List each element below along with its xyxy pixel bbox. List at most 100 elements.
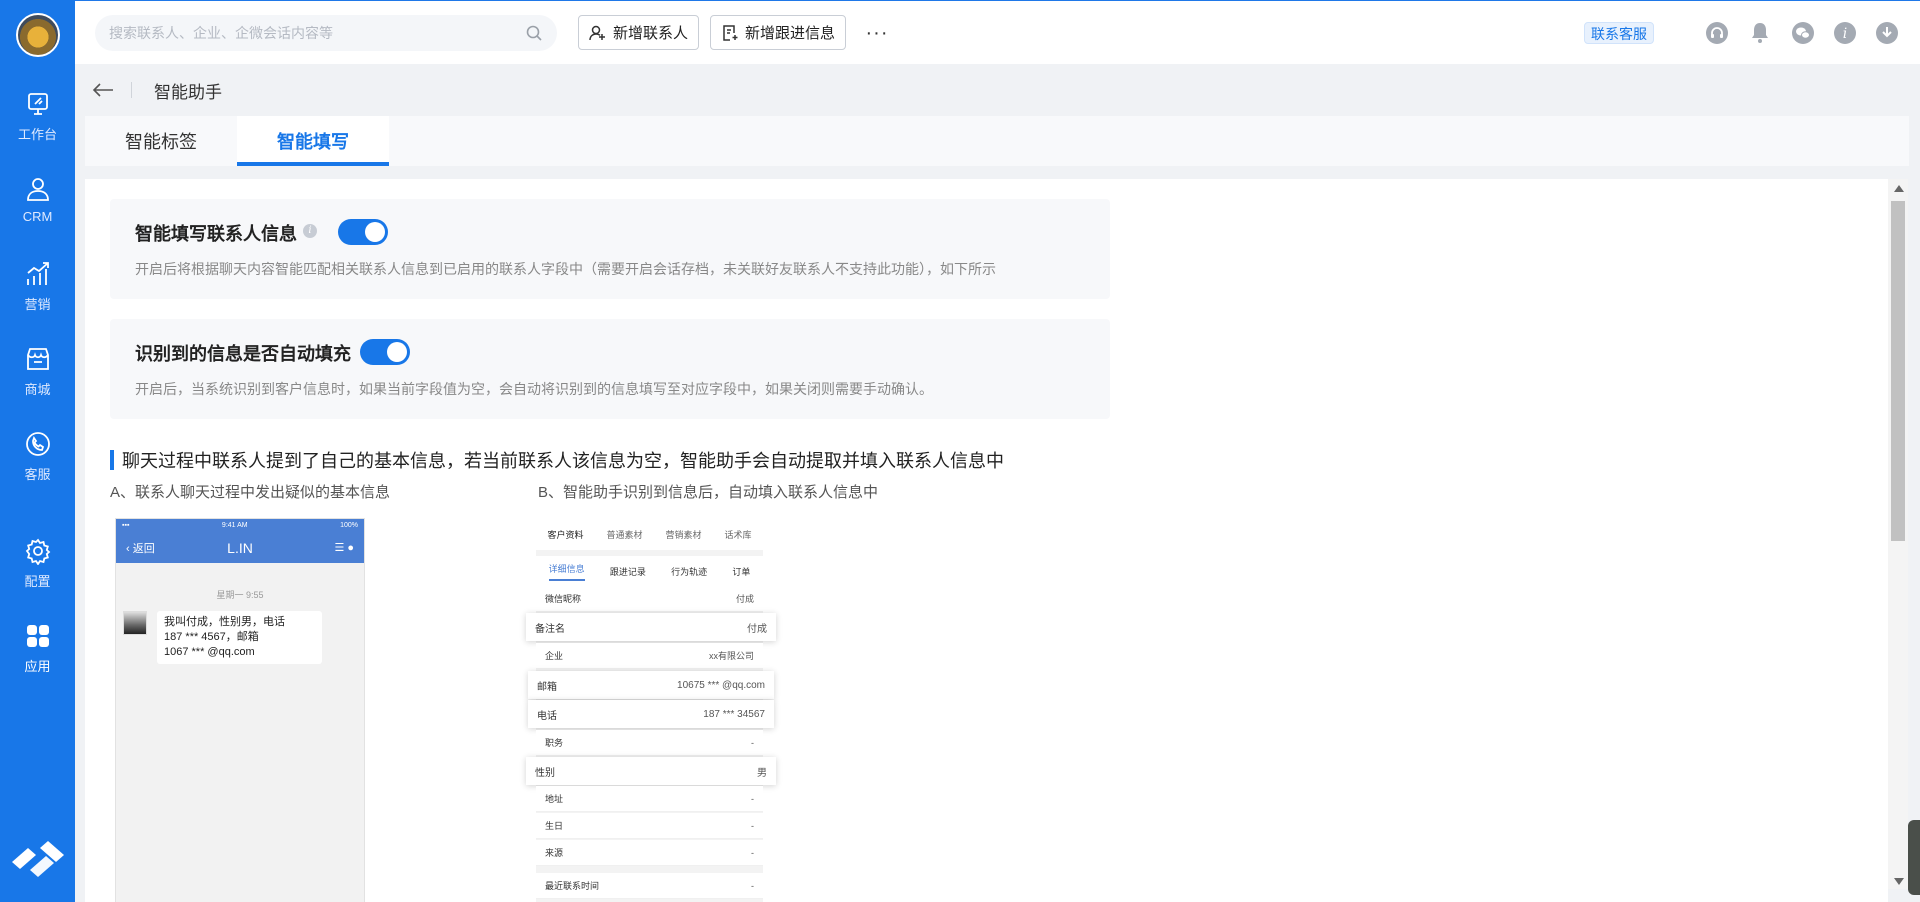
add-followup-label: 新增跟进信息 — [745, 25, 836, 42]
form-row-label: 地址 — [545, 794, 564, 804]
chat-example-image: ▪▪▪ 9:41 AM 100% ‹ 返回 L.IN ☰ ● 星期一 9:55 … — [115, 518, 365, 902]
brand-logo-icon — [12, 841, 64, 877]
sidebar-item-label: 商城 — [24, 382, 51, 397]
sidebar-item-crm[interactable]: CRM — [0, 175, 75, 237]
sidebar-item-label: CRM — [22, 209, 53, 224]
example-label-a: A、联系人聊天过程中发出疑似的基本信息 — [110, 484, 391, 501]
auto-fill-title: 识别到的信息是否自动填充 — [135, 344, 351, 364]
search-icon[interactable] — [525, 24, 543, 42]
form-row-value: 男 — [757, 767, 767, 779]
heading-accent-bar — [110, 450, 114, 470]
phone-back: ‹ 返回 — [126, 542, 155, 555]
phone-nav-bar: ‹ 返回 L.IN ☰ ● — [116, 532, 364, 563]
sidebar-item-service[interactable]: 客服 — [0, 430, 75, 492]
sidebar-item-label: 营销 — [24, 297, 51, 312]
tab-bar: 智能标签 智能填写 — [85, 116, 1909, 166]
scroll-up-arrow-icon[interactable] — [1894, 185, 1904, 192]
phone-status-bar: ▪▪▪ 9:41 AM 100% — [116, 519, 364, 532]
wechat-icon[interactable] — [1791, 21, 1815, 45]
form-row-highlighted: 备注名 付成 — [526, 613, 776, 641]
search-input[interactable] — [109, 25, 525, 41]
sidebar-item-workbench[interactable]: 工作台 — [0, 90, 75, 152]
signal-icon: ▪▪▪ — [122, 522, 130, 529]
sidebar-item-apps[interactable]: 应用 — [0, 622, 75, 684]
sidebar-item-mall[interactable]: 商城 — [0, 345, 75, 407]
phone-time-label: 9:41 AM — [221, 522, 248, 529]
headset-icon[interactable] — [1705, 21, 1729, 45]
info-icon[interactable]: i — [303, 224, 317, 238]
chat-message: 我叫付成，性别男，电话 187 *** 4567，邮箱 1067 *** @qq… — [123, 611, 364, 664]
form-row: 生日 - — [536, 813, 763, 839]
add-followup-button[interactable]: 新增跟进信息 — [710, 15, 847, 50]
user-icon — [26, 178, 49, 201]
back-button[interactable] — [89, 76, 117, 104]
breadcrumb: 智能助手 — [75, 64, 1920, 116]
form-tab: 客户资料 — [547, 529, 584, 540]
auto-fill-toggle[interactable] — [360, 339, 410, 365]
form-row-value: 10675 *** @qq.com — [677, 679, 765, 691]
sidebar-item-label: 工作台 — [17, 127, 57, 142]
form-tab: 话术库 — [724, 529, 752, 540]
scroll-down-arrow-icon[interactable] — [1894, 878, 1904, 885]
form-row-label: 最近联系时间 — [545, 881, 600, 891]
info-icon[interactable]: i — [1833, 21, 1857, 45]
user-avatar[interactable] — [16, 13, 60, 57]
form-row-highlighted: 电话 187 *** 34567 — [528, 700, 774, 728]
scrollbar-thumb[interactable] — [1891, 201, 1905, 541]
phone-menu-icon: ☰ ● — [334, 542, 354, 554]
floating-widget-handle[interactable] — [1908, 820, 1920, 895]
form-row-label: 企业 — [545, 651, 564, 661]
store-icon — [26, 348, 49, 370]
form-tab: 普通素材 — [606, 529, 643, 540]
form-example-image: 客户资料 普通素材 营销素材 话术库 详细信息 跟进记录 行为轨迹 订单 微信昵… — [525, 518, 776, 902]
main-content: 智能填写联系人信息 i 开启后将根据聊天内容智能匹配相关联系人信息到已启用的联系… — [85, 179, 1888, 902]
tab-smart-fill[interactable]: 智能填写 — [237, 116, 389, 166]
arrow-left-icon — [92, 83, 113, 97]
sidebar-item-config[interactable]: 配置 — [0, 537, 75, 599]
auto-fill-card: 识别到的信息是否自动填充 开启后，当系统识别到客户信息时，如果当前字段值为空，会… — [110, 319, 1110, 419]
form-row-value: 187 *** 34567 — [703, 708, 765, 720]
apps-grid-icon — [26, 625, 49, 647]
example-heading-text: 聊天过程中联系人提到了自己的基本信息，若当前联系人该信息为空，智能助手会自动提取… — [122, 451, 1004, 471]
add-contact-label: 新增联系人 — [613, 25, 689, 42]
form-row: 职务 - — [536, 730, 763, 756]
gear-icon — [25, 538, 50, 565]
form-subtab: 行为轨迹 — [671, 566, 708, 577]
fill-contact-card: 智能填写联系人信息 i 开启后将根据聊天内容智能匹配相关联系人信息到已启用的联系… — [110, 199, 1110, 299]
form-row-label: 微信昵称 — [545, 594, 582, 604]
auto-fill-desc: 开启后，当系统识别到客户信息时，如果当前字段值为空，会自动将识别到的信息填写至对… — [135, 381, 933, 397]
phone-icon — [25, 432, 50, 456]
breadcrumb-divider — [131, 82, 132, 98]
top-header: 新增联系人 新增跟进信息 ··· 联系客服 i — [75, 1, 1920, 64]
form-tab: 营销素材 — [665, 529, 702, 540]
example-heading: 聊天过程中联系人提到了自己的基本信息，若当前联系人该信息为空，智能助手会自动提取… — [110, 449, 1004, 471]
sidebar-item-marketing[interactable]: 营销 — [0, 260, 75, 322]
bell-icon[interactable] — [1748, 21, 1772, 45]
search-box[interactable] — [95, 15, 557, 51]
form-subtab: 跟进记录 — [609, 566, 646, 577]
add-contact-button[interactable]: 新增联系人 — [578, 15, 700, 50]
form-row-label: 生日 — [545, 821, 564, 831]
form-row: 微信昵称 付成 — [536, 586, 763, 612]
form-row: 地址 - — [536, 786, 763, 812]
form-row-label: 性别 — [535, 767, 555, 779]
tab-smart-tags[interactable]: 智能标签 — [85, 116, 237, 166]
example-label-b: B、智能助手识别到信息后，自动填入联系人信息中 — [538, 484, 879, 501]
form-row-label: 邮箱 — [537, 681, 557, 693]
form-row-value: 付成 — [747, 623, 767, 635]
fill-contact-toggle[interactable] — [338, 219, 388, 245]
add-user-icon — [589, 25, 605, 40]
form-row: 来源 - — [536, 840, 763, 866]
vertical-scrollbar[interactable] — [1888, 179, 1908, 889]
form-row-value: - — [751, 820, 754, 831]
download-icon[interactable] — [1875, 21, 1899, 45]
page-title: 智能助手 — [154, 82, 222, 102]
more-button[interactable]: ··· — [863, 19, 891, 47]
battery-label: 100% — [340, 522, 358, 529]
phone-back-label: 返回 — [132, 542, 155, 555]
form-tabs: 客户资料 普通素材 营销素材 话术库 — [536, 518, 763, 550]
toggle-knob — [387, 342, 407, 362]
sidebar-item-label: 配置 — [24, 574, 51, 589]
toggle-knob — [365, 222, 385, 242]
customer-service-badge[interactable]: 联系客服 — [1584, 22, 1654, 44]
